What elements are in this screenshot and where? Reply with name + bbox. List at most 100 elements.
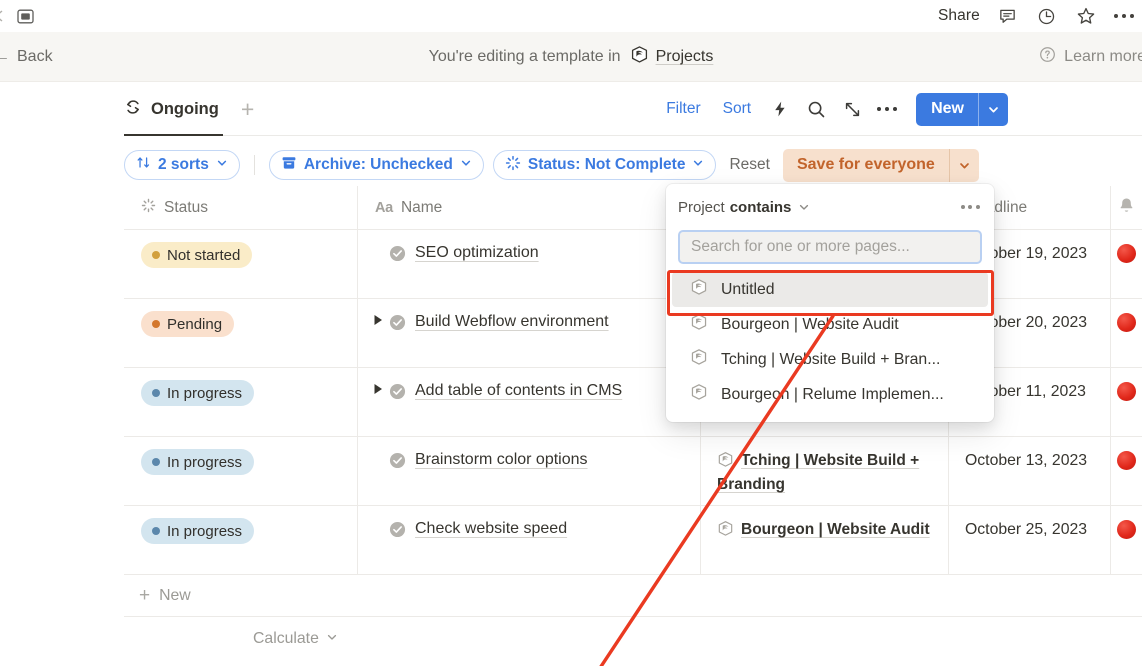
status-spinner-icon	[141, 198, 156, 218]
status-label: In progress	[167, 522, 243, 540]
project-name[interactable]: Tching | Website Build + Branding	[717, 452, 919, 493]
cell-deadline[interactable]: October 25, 2023	[948, 506, 1110, 574]
expand-arrows-icon[interactable]	[837, 94, 867, 124]
more-options-icon[interactable]	[1113, 13, 1136, 19]
chevron-down-icon	[326, 630, 338, 648]
expand-triangle-icon[interactable]	[367, 380, 389, 395]
popup-search-placeholder: Search for one or more pages...	[691, 238, 910, 255]
cell-flag[interactable]	[1110, 230, 1142, 298]
column-header-status[interactable]: Status	[124, 186, 357, 230]
page-box-icon	[630, 45, 649, 69]
lightning-bolt-icon[interactable]	[765, 94, 795, 124]
add-view-button[interactable]: +	[241, 97, 254, 121]
calculate-footer[interactable]: Calculate	[124, 617, 1142, 661]
tab-ongoing[interactable]: Ongoing	[124, 82, 223, 136]
search-icon[interactable]	[801, 94, 831, 124]
add-new-row-label: New	[159, 586, 191, 604]
back-button[interactable]: ← Back	[0, 32, 53, 82]
task-name[interactable]: SEO optimization	[415, 243, 539, 264]
save-for-everyone-button[interactable]: Save for everyone	[783, 149, 949, 182]
arrow-left-icon: ←	[0, 48, 10, 65]
popup-search-input[interactable]: Search for one or more pages...	[678, 230, 982, 264]
expand-triangle-icon[interactable]	[367, 311, 389, 326]
column-header-notification[interactable]	[1110, 185, 1142, 230]
check-circle-icon	[389, 383, 406, 400]
history-clock-icon[interactable]	[1036, 5, 1058, 27]
filter-button[interactable]: Filter	[655, 100, 711, 118]
page-box-icon	[690, 383, 708, 406]
status-badge: In progress	[141, 518, 255, 544]
sort-button[interactable]: Sort	[712, 100, 762, 118]
check-circle-icon	[389, 452, 406, 469]
table-row[interactable]: In progress Check website speed Bourgeon…	[124, 506, 1142, 575]
banner-project-name[interactable]: Projects	[656, 48, 714, 66]
cell-name[interactable]: SEO optimization	[357, 230, 700, 298]
status-dot	[152, 251, 160, 259]
filter-chip-archive[interactable]: Archive: Unchecked	[268, 150, 484, 180]
cell-flag[interactable]	[1110, 368, 1142, 436]
cell-name[interactable]: Brainstorm color options	[357, 437, 700, 505]
task-name[interactable]: Brainstorm color options	[415, 450, 588, 471]
sorts-chip[interactable]: 2 sorts	[124, 150, 240, 180]
cell-status[interactable]: In progress	[124, 437, 357, 505]
new-button[interactable]: New	[916, 93, 978, 126]
share-button[interactable]: Share	[938, 7, 980, 25]
project-name[interactable]: Bourgeon | Website Audit	[741, 521, 930, 538]
popup-property-label[interactable]: Project	[678, 199, 725, 216]
popup-option-label: Untitled	[721, 280, 775, 298]
learn-more-link[interactable]: Learn more	[1039, 32, 1142, 82]
cell-name[interactable]: Build Webflow environment	[357, 299, 700, 367]
save-for-everyone-group: Save for everyone	[782, 148, 979, 182]
status-badge: Not started	[141, 242, 253, 268]
top-bar-left-icons	[0, 0, 36, 32]
cell-flag[interactable]	[1110, 299, 1142, 367]
aa-text-icon: Aa	[375, 199, 393, 216]
view-tab-bar: Ongoing + Filter Sort New	[0, 82, 1142, 136]
cell-status[interactable]: Not started	[124, 230, 357, 298]
add-new-row-button[interactable]: + New	[124, 575, 1142, 617]
popup-option-untitled[interactable]: Untitled	[672, 272, 988, 307]
view-more-options-icon[interactable]	[870, 106, 904, 112]
cell-deadline[interactable]: October 13, 2023	[948, 437, 1110, 505]
cell-flag[interactable]	[1110, 506, 1142, 574]
page-box-icon	[690, 278, 708, 301]
cell-name[interactable]: Check website speed	[357, 506, 700, 574]
table-row[interactable]: In progress Brainstorm color options Tch…	[124, 437, 1142, 506]
comment-icon[interactable]	[997, 5, 1019, 27]
task-name[interactable]: Build Webflow environment	[415, 312, 609, 333]
popup-option-bourgeon-website-audit[interactable]: Bourgeon | Website Audit	[672, 307, 988, 342]
popup-more-options-icon[interactable]	[960, 204, 980, 210]
banner-project-link[interactable]: Projects	[630, 45, 714, 69]
cell-status[interactable]: In progress	[124, 368, 357, 436]
status-spinner-icon	[505, 155, 521, 176]
chevron-down-icon[interactable]	[950, 149, 979, 182]
task-name[interactable]: Check website speed	[415, 519, 567, 540]
popup-option-tching-website-build[interactable]: Tching | Website Build + Bran...	[672, 342, 988, 377]
archive-box-icon	[281, 155, 297, 176]
cell-name[interactable]: Add table of contents in CMS	[357, 368, 700, 436]
popup-option-bourgeon-relume[interactable]: Bourgeon | Relume Implemen...	[672, 377, 988, 412]
cell-project[interactable]: Tching | Website Build + Branding	[700, 437, 948, 505]
red-circle-icon	[1117, 313, 1136, 332]
reset-filters-button[interactable]: Reset	[716, 156, 783, 174]
column-header-status-label: Status	[164, 198, 208, 216]
banner-message: You're editing a template in Projects	[0, 32, 1142, 82]
cell-status[interactable]: Pending	[124, 299, 357, 367]
status-badge: Pending	[141, 311, 235, 337]
star-icon[interactable]	[1075, 5, 1097, 27]
column-header-name[interactable]: Aa Name	[357, 185, 700, 230]
cell-status[interactable]: In progress	[124, 506, 357, 574]
chevron-down-icon[interactable]	[798, 201, 810, 213]
window-frame-icon[interactable]	[14, 7, 36, 25]
chevron-down-icon[interactable]	[979, 93, 1008, 126]
filter-chip-status[interactable]: Status: Not Complete	[492, 150, 717, 180]
status-label: Pending	[167, 315, 223, 333]
cell-flag[interactable]	[1110, 437, 1142, 505]
chevron-down-icon	[216, 156, 228, 174]
popup-condition-label[interactable]: contains	[730, 199, 792, 216]
task-name[interactable]: Add table of contents in CMS	[415, 381, 622, 402]
filter-chip-archive-label: Archive: Unchecked	[303, 156, 453, 173]
cell-project[interactable]: Bourgeon | Website Audit	[700, 506, 948, 574]
top-bar-right-actions: Share	[938, 0, 1136, 32]
view-toolbar: Filter Sort New	[655, 82, 1008, 136]
